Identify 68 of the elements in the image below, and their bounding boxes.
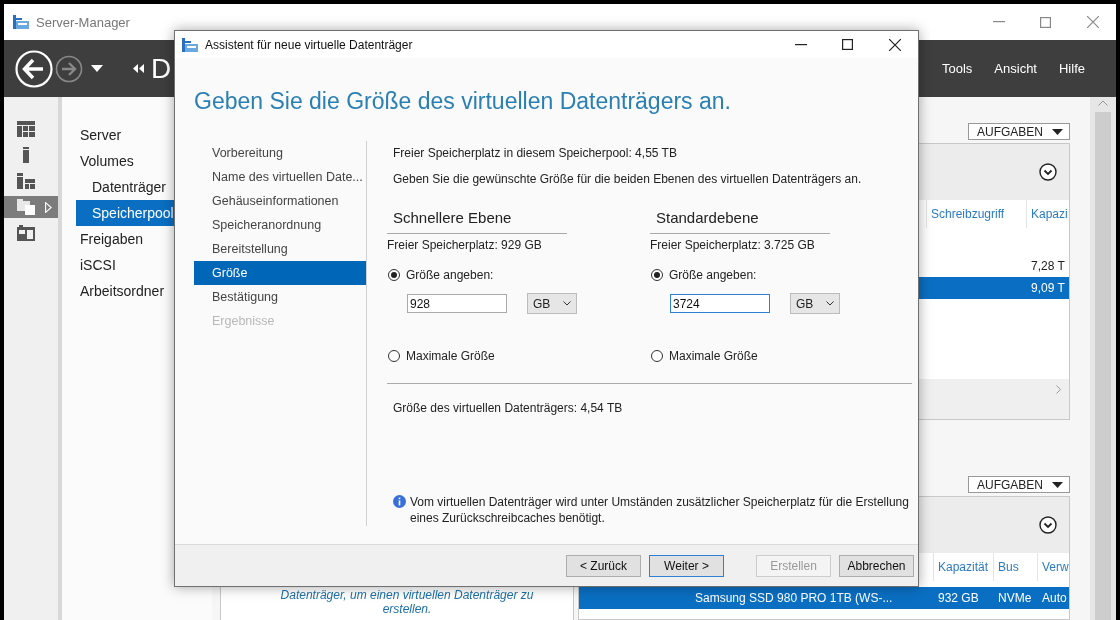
total-size-text: Größe des virtuellen Datenträgers: 4,54 TB bbox=[392, 400, 624, 416]
expand-icon[interactable] bbox=[1039, 163, 1057, 181]
pool-free-text: Freier Speicherplatz in diesem Speicherpool: 4,55 TB bbox=[392, 145, 678, 161]
menu-item[interactable]: Ansicht bbox=[983, 61, 1048, 76]
table-cell-text: Samsung SSD 980 PRO 1TB (WS-... bbox=[694, 591, 894, 605]
wizard-step[interactable]: Name des virtuellen Date... bbox=[194, 165, 366, 189]
unit-dropdown[interactable]: GB bbox=[790, 293, 840, 314]
window-title: Server-Manager bbox=[36, 14, 130, 30]
caret-icon bbox=[1052, 481, 1063, 488]
back-icon[interactable] bbox=[15, 49, 53, 88]
dialog-title: Assistent für neue virtuelle Datenträger bbox=[205, 37, 413, 52]
column-header[interactable]: Schreibzugriff bbox=[926, 200, 1026, 228]
radio-option[interactable]: Maximale Größe bbox=[387, 348, 650, 364]
breadcrumb: D bbox=[151, 52, 172, 85]
column-header[interactable]: Verw bbox=[1037, 553, 1069, 581]
wizard-step[interactable]: Bestätigung bbox=[194, 285, 366, 309]
app-icon bbox=[12, 14, 30, 30]
wizard-step[interactable]: Bereitstellung bbox=[194, 237, 366, 261]
tasks-button[interactable]: AUFGABEN bbox=[968, 123, 1070, 140]
radio-option[interactable]: Größe angeben: bbox=[650, 267, 913, 283]
column-header[interactable]: Bus bbox=[993, 553, 1037, 581]
minimize-icon[interactable] bbox=[794, 43, 807, 46]
info-icon bbox=[393, 495, 406, 508]
expand-icon[interactable] bbox=[1039, 516, 1057, 534]
info-text: Vom virtuellen Datenträger wird unter Umständen zusätzlicher Speicherplatz für die Erstellung eines Zurückschreibcaches benötigt. bbox=[410, 494, 910, 526]
table-cell-text: Auto bbox=[1041, 591, 1068, 605]
table-row[interactable]: Samsung SSD 980 PRO 1TB (WS-... 932 GB NVMe Auto bbox=[579, 587, 1069, 609]
tasks-button[interactable]: AUFGABEN bbox=[968, 476, 1070, 493]
caret-icon bbox=[826, 301, 834, 306]
table-cell-text: 932 GB bbox=[937, 591, 980, 605]
tier-heading: Standardebene bbox=[650, 209, 830, 234]
dashboard-icon[interactable] bbox=[17, 121, 35, 137]
page-heading: Geben Sie die Größe des virtuellen Datenträgers an. bbox=[194, 87, 732, 116]
wizard-step[interactable]: Vorbereitung bbox=[194, 141, 366, 165]
tier-free-text: Freier Speicherplatz: 3.725 GB bbox=[650, 237, 816, 253]
table-cell-text: 9,09 T bbox=[1030, 281, 1066, 295]
app-icon bbox=[181, 36, 199, 53]
folder-icon[interactable] bbox=[17, 199, 35, 215]
dialog-button[interactable]: < Zurück bbox=[566, 554, 641, 577]
size-field[interactable]: 928 bbox=[407, 294, 507, 313]
column-header[interactable]: Kapazität bbox=[933, 553, 993, 581]
tools-icon[interactable] bbox=[17, 225, 35, 241]
scrollbar[interactable] bbox=[1090, 97, 1116, 620]
radio-option[interactable]: Größe angeben: bbox=[387, 267, 650, 283]
radio-option[interactable]: Maximale Größe bbox=[650, 348, 913, 364]
menu-item[interactable]: Tools bbox=[931, 61, 984, 76]
caret-icon bbox=[563, 301, 571, 306]
column-header[interactable]: Kapazi bbox=[1026, 200, 1069, 228]
table-cell-text: NVMe bbox=[997, 591, 1033, 605]
close-icon[interactable] bbox=[888, 38, 901, 51]
collapse-icon[interactable] bbox=[133, 64, 145, 73]
caret-icon bbox=[1052, 128, 1063, 135]
instruction-text: Geben Sie die gewünschte Größe für die beiden Ebenen des virtuellen Datenträgers an. bbox=[392, 171, 863, 187]
forward-icon[interactable] bbox=[55, 54, 83, 83]
servers-icon[interactable] bbox=[17, 173, 35, 189]
dropdown-icon[interactable] bbox=[91, 65, 103, 72]
maximize-icon[interactable] bbox=[842, 39, 853, 50]
tier-free-text: Freier Speicherplatz: 929 GB bbox=[387, 237, 543, 253]
tier-heading: Schnellere Ebene bbox=[387, 209, 567, 234]
dialog-button[interactable]: Weiter > bbox=[649, 554, 724, 577]
unit-dropdown[interactable]: GB bbox=[527, 293, 577, 314]
hint-text: Datenträger, um einen virtuellen Datenträger zu erstellen. bbox=[279, 588, 535, 616]
wizard-step[interactable]: Größe bbox=[194, 261, 366, 285]
dialog-button[interactable]: Abbrechen bbox=[839, 554, 914, 577]
expand-arrow-icon bbox=[45, 201, 52, 213]
size-field[interactable]: 3724 bbox=[670, 294, 770, 313]
sidebar-item[interactable] bbox=[4, 196, 58, 218]
menu-item[interactable]: Hilfe bbox=[1048, 61, 1096, 76]
